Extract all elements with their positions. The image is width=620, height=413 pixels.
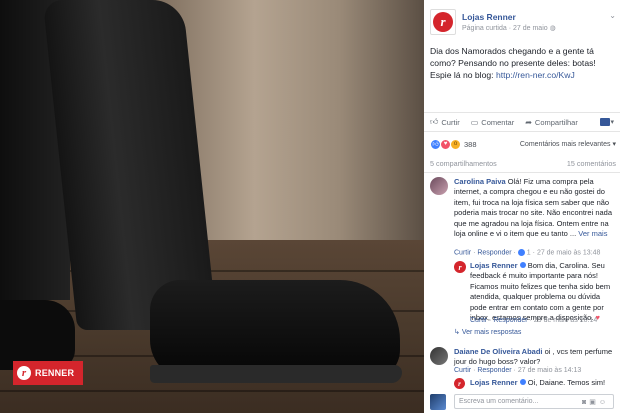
share-as-page-selector[interactable]: ▾ bbox=[600, 118, 614, 126]
comment-sort-selector[interactable]: Comentários mais relevantes ▾ bbox=[520, 140, 616, 148]
avatar bbox=[430, 394, 446, 410]
photo-boot-left bbox=[0, 300, 75, 370]
comment-text: Daiane De Oliveira Abadi oi , vcs tem pe… bbox=[454, 347, 613, 367]
photo-boot-sole bbox=[150, 365, 402, 383]
post-header: r Lojas Renner Página curtida · 27 de ma… bbox=[430, 9, 616, 39]
thumbs-up-icon: 👍︎ bbox=[430, 117, 439, 126]
verified-icon bbox=[519, 262, 526, 268]
renner-logo-text: RENNER bbox=[35, 368, 75, 378]
comment-reply-link[interactable]: Responder bbox=[493, 317, 527, 324]
wow-icon[interactable]: o bbox=[450, 138, 461, 150]
comment-text: Lojas Renner Oi, Daiane. Temos sim! bbox=[470, 378, 606, 387]
comment-count[interactable]: 15 comentários bbox=[567, 159, 616, 168]
composer-icons: ◙▣☺ bbox=[582, 398, 609, 406]
comment-text: Carolina Paiva Olá! Fiz uma compra pela … bbox=[454, 177, 613, 239]
share-button[interactable]: ➦ Compartilhar bbox=[525, 118, 578, 127]
share-icon: ➦ bbox=[525, 117, 532, 127]
renner-logo-mark: r bbox=[17, 366, 31, 380]
engagement-counts: 5 compartilhamentos 15 comentários bbox=[430, 159, 616, 168]
comment-like-link[interactable]: Curtir bbox=[470, 317, 487, 324]
avatar[interactable]: r bbox=[454, 378, 465, 389]
gif-icon[interactable]: ▣ bbox=[589, 399, 599, 406]
globe-icon: ◍ bbox=[549, 25, 556, 32]
reactions-bar: 👍︎ ♥ o 388 Comentários mais relevantes ▾ bbox=[430, 138, 616, 150]
comment-footer: Curtir · Responder · 29 de maio às 10:14 bbox=[470, 317, 598, 324]
comment-author[interactable]: Lojas Renner bbox=[470, 261, 518, 270]
page-liked-label[interactable]: Página curtida bbox=[462, 25, 507, 32]
page-avatar[interactable]: r bbox=[430, 9, 456, 35]
share-count[interactable]: 5 compartilhamentos bbox=[430, 159, 497, 168]
chevron-down-icon[interactable]: ⌄ bbox=[609, 11, 616, 20]
reaction-count[interactable]: 388 bbox=[464, 140, 477, 149]
comment-text: Lojas Renner Bom dia, Carolina. Seu feed… bbox=[470, 261, 611, 323]
comment-icon: ▭ bbox=[470, 117, 479, 127]
comment-reply-link[interactable]: Responder bbox=[477, 367, 511, 374]
verified-icon bbox=[519, 379, 526, 385]
comment-author[interactable]: Daiane De Oliveira Abadi bbox=[454, 347, 543, 356]
like-button[interactable]: 👍︎ Curtir bbox=[430, 117, 460, 127]
avatar[interactable] bbox=[430, 347, 448, 365]
avatar[interactable] bbox=[430, 177, 448, 195]
post-date[interactable]: 27 de maio bbox=[513, 25, 548, 32]
divider bbox=[424, 172, 620, 173]
more-replies-link[interactable]: ↳ Ver mais respostas bbox=[454, 328, 521, 336]
comment-like-link[interactable]: Curtir bbox=[454, 249, 471, 256]
reply-arrow-icon: ↳ bbox=[454, 329, 460, 336]
page-name[interactable]: Lojas Renner bbox=[462, 12, 516, 22]
post-link[interactable]: http://ren-ner.co/KwJ bbox=[496, 70, 575, 80]
page-thumbnail-icon bbox=[600, 118, 611, 126]
comment-footer: Curtir · Responder · 1 · 27 de maio às 1… bbox=[454, 249, 601, 257]
post-text: Dia dos Namorados chegando e a gente tá … bbox=[430, 46, 596, 80]
sticker-icon[interactable]: ☺ bbox=[599, 399, 609, 406]
post-actions: 👍︎ Curtir ▭ Comentar ➦ Compartilhar ▾ bbox=[424, 112, 620, 132]
post-panel: r Lojas Renner Página curtida · 27 de ma… bbox=[424, 0, 620, 413]
like-icon bbox=[517, 249, 525, 256]
post-photo[interactable]: r RENNER bbox=[0, 0, 424, 413]
comment-reply-link[interactable]: Responder bbox=[477, 249, 511, 256]
comment-input[interactable]: Escreva um comentário... ◙▣☺ bbox=[454, 394, 614, 409]
comment-footer: Curtir · Responder · 27 de maio às 14:13 bbox=[454, 367, 582, 374]
comment-like-link[interactable]: Curtir bbox=[454, 367, 471, 374]
chevron-down-icon: ▾ bbox=[612, 141, 616, 148]
avatar[interactable]: r bbox=[454, 261, 466, 273]
comment-button[interactable]: ▭ Comentar bbox=[471, 118, 515, 127]
comment-author[interactable]: Carolina Paiva bbox=[454, 177, 506, 186]
renner-logo: r RENNER bbox=[13, 361, 83, 385]
chevron-down-icon: ▾ bbox=[610, 119, 614, 126]
comment-author[interactable]: Lojas Renner bbox=[470, 378, 518, 387]
see-more-link[interactable]: Ver mais bbox=[578, 229, 607, 238]
post-meta: Página curtida · 27 de maio ◍ bbox=[462, 25, 556, 32]
